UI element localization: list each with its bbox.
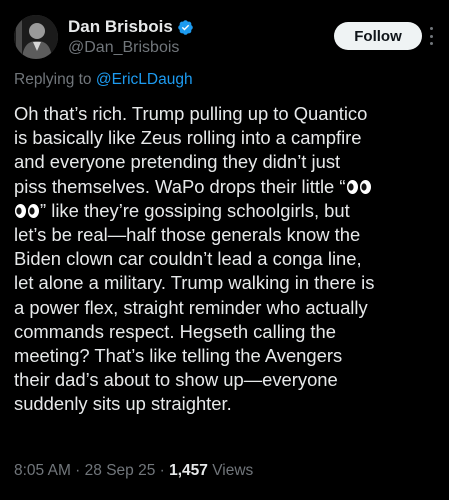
- tweet-line: their dad’s about to show up—everyone: [14, 369, 338, 391]
- tweet-card: Dan Brisbois @Dan_Brisbois Follow Replyi…: [0, 0, 449, 500]
- more-options-icon[interactable]: [428, 27, 434, 45]
- display-name-row: Dan Brisbois: [68, 16, 194, 38]
- more-dot: [429, 42, 433, 45]
- tweet-line: Oh that’s rich. Trump pulling up to Quan…: [14, 103, 368, 124]
- author-block: Dan Brisbois @Dan_Brisbois: [68, 16, 194, 57]
- tweet-line-text: piss themselves. WaPo drops their little…: [14, 175, 346, 197]
- replying-to: Replying to @EricLDaugh: [14, 71, 193, 89]
- tweet-header: Dan Brisbois @Dan_Brisbois Follow: [14, 13, 435, 61]
- tweet-line: and everyone pretending they didn’t just: [14, 151, 341, 173]
- tweet-line: let alone a military. Trump walking in t…: [14, 272, 375, 294]
- tweet-line: let’s be real—half those generals know t…: [14, 224, 361, 246]
- reply-mention-link[interactable]: @EricLDaugh: [96, 71, 193, 88]
- tweet-time[interactable]: 8:05 AM: [14, 462, 71, 479]
- more-dot: [429, 27, 433, 30]
- verified-badge-icon: [177, 19, 194, 36]
- tweet-text: Oh that’s rich. Trump pulling up to Quan…: [14, 102, 442, 417]
- eyes-emoji-icon: [346, 177, 372, 194]
- meta-separator: ·: [70, 462, 85, 479]
- eyes-emoji-icon: [14, 201, 40, 218]
- avatar[interactable]: [14, 15, 58, 59]
- views-label: Views: [207, 462, 254, 479]
- more-dot: [429, 34, 433, 38]
- tweet-line: suddenly sits up straighter.: [14, 393, 232, 415]
- author-handle[interactable]: @Dan_Brisbois: [68, 39, 194, 57]
- tweet-line-text: ” like they’re gossiping schoolgirls, bu…: [40, 199, 350, 221]
- follow-button[interactable]: Follow: [334, 22, 422, 50]
- tweet-line: a power flex, straight reminder who actu…: [14, 296, 368, 318]
- tweet-line: commands respect. Hegseth calling the: [14, 320, 336, 342]
- tweet-date[interactable]: 28 Sep 25: [85, 462, 156, 479]
- tweet-line: Biden clown car couldn’t lead a conga li…: [14, 248, 362, 270]
- tweet-meta: 8:05 AM · 28 Sep 25 · 1,457 Views: [14, 462, 253, 480]
- meta-separator: ·: [155, 462, 170, 479]
- tweet-line-with-emoji: piss themselves. WaPo drops their little…: [14, 175, 442, 199]
- tweet-line-with-emoji: ” like they’re gossiping schoolgirls, bu…: [14, 199, 442, 223]
- tweet-line: meeting? That’s like telling the Avenger…: [14, 345, 343, 367]
- views-count[interactable]: 1,457: [169, 462, 208, 479]
- tweet-line: is basically like Zeus rolling into a ca…: [14, 127, 362, 149]
- replying-to-label: Replying to: [14, 71, 96, 88]
- display-name[interactable]: Dan Brisbois: [68, 17, 173, 37]
